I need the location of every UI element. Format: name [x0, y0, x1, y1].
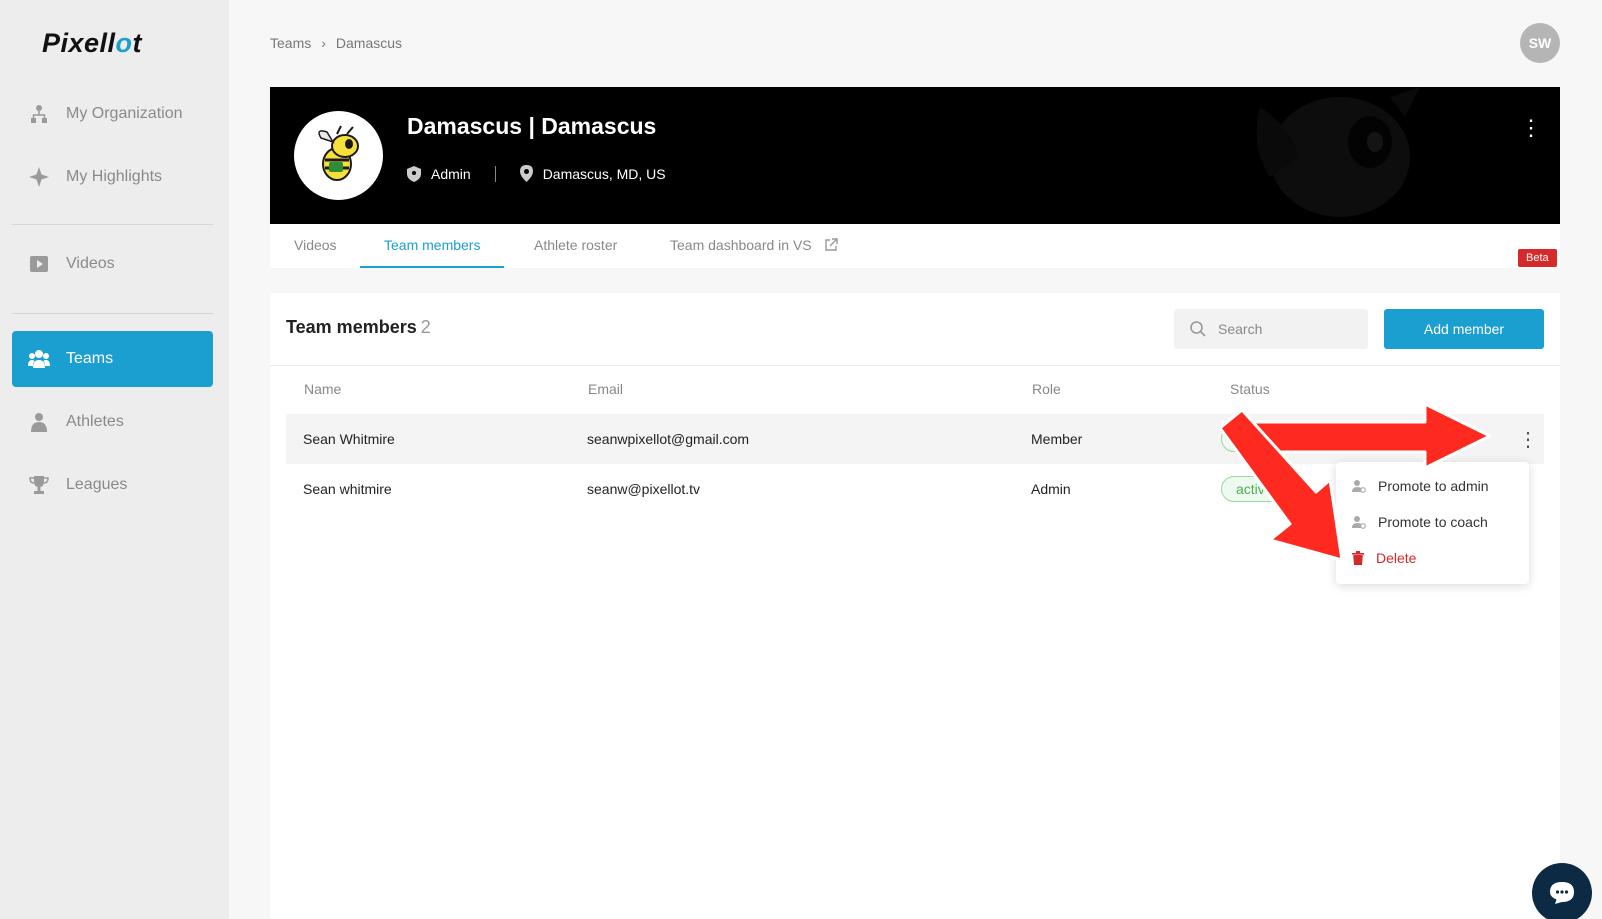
- tab-athlete-roster[interactable]: Athlete roster: [510, 224, 641, 268]
- tab-team-members[interactable]: Team members: [360, 224, 505, 268]
- sidebar-item-athletes[interactable]: Athletes: [12, 394, 213, 450]
- column-header-email[interactable]: Email: [588, 381, 623, 397]
- row-actions-menu: Promote to admin Promote to coach Delete: [1336, 462, 1529, 584]
- play-icon: [28, 253, 50, 275]
- sidebar-item-teams[interactable]: Teams: [12, 331, 213, 387]
- team-meta: Admin Damascus, MD, US: [407, 165, 666, 182]
- sidebar-item-leagues[interactable]: Leagues: [12, 457, 213, 513]
- hornet-watermark-icon: [1256, 87, 1420, 217]
- team-icon: [28, 348, 50, 370]
- breadcrumb-separator: ›: [321, 35, 326, 51]
- trophy-icon: [28, 474, 50, 496]
- table-row[interactable]: Sean Whitmire seanwpixellot@gmail.com Me…: [286, 414, 1544, 464]
- status-badge: active: [1221, 476, 1288, 502]
- sparkle-icon: [28, 166, 50, 188]
- menu-item-promote-admin[interactable]: Promote to admin: [1336, 468, 1529, 504]
- menu-item-label: Promote to coach: [1378, 514, 1488, 530]
- team-logo: [294, 111, 383, 200]
- sidebar-item-videos[interactable]: Videos: [12, 236, 213, 292]
- pixellot-logo[interactable]: Pixellot: [42, 28, 142, 59]
- member-email: seanw@pixellot.tv: [587, 481, 701, 497]
- column-header-name[interactable]: Name: [304, 381, 341, 397]
- external-link-icon: [824, 238, 838, 252]
- team-location: Damascus, MD, US: [542, 165, 666, 182]
- sidebar-item-label: My Highlights: [66, 168, 163, 185]
- user-settings-icon: [1352, 515, 1366, 529]
- column-header-role[interactable]: Role: [1032, 381, 1061, 397]
- team-tabs: Videos Team members Athlete roster Team …: [270, 224, 1560, 268]
- tab-videos[interactable]: Videos: [270, 224, 361, 268]
- team-header-banner: Damascus | Damascus Admin Damascus, MD, …: [270, 87, 1560, 224]
- sidebar-item-label: Teams: [66, 350, 114, 367]
- tab-label: Team dashboard in VS: [670, 237, 812, 253]
- chat-bubble-icon: [1549, 881, 1575, 905]
- member-role: Admin: [1031, 481, 1071, 497]
- member-count: 2: [420, 317, 431, 337]
- team-options-kebab-icon[interactable]: ⋮: [1520, 115, 1542, 141]
- chat-widget-button[interactable]: [1532, 863, 1592, 919]
- menu-item-label: Promote to admin: [1378, 478, 1489, 494]
- team-members-card: Team members 2 Search Add member Name Ema…: [270, 293, 1560, 919]
- team-name: Damascus | Damascus: [407, 113, 657, 139]
- member-role: Member: [1031, 431, 1083, 447]
- sidebar-item-label: Videos: [66, 255, 115, 272]
- location-pin-icon: [519, 165, 533, 182]
- shield-icon: [407, 165, 421, 182]
- team-role: Admin: [431, 165, 471, 182]
- sidebar-divider: [12, 224, 213, 225]
- tab-team-dashboard-vs[interactable]: Team dashboard in VS: [646, 224, 862, 268]
- sidebar-item-my-organization[interactable]: My Organization: [12, 86, 213, 142]
- section-title-text: Team members: [286, 317, 417, 337]
- menu-item-label: Delete: [1376, 550, 1417, 566]
- search-input[interactable]: Search: [1174, 309, 1368, 349]
- user-settings-icon: [1352, 479, 1366, 493]
- sidebar-item-label: My Organization: [66, 105, 183, 122]
- menu-item-promote-coach[interactable]: Promote to coach: [1336, 504, 1529, 540]
- add-member-button[interactable]: Add member: [1384, 309, 1544, 349]
- search-placeholder: Search: [1218, 321, 1263, 337]
- status-badge: active: [1221, 426, 1288, 452]
- breadcrumb-teams-link[interactable]: Teams: [270, 35, 311, 51]
- beta-badge: Beta: [1518, 249, 1557, 267]
- column-header-status[interactable]: Status: [1230, 381, 1270, 397]
- card-divider: [270, 365, 1560, 366]
- trash-icon: [1352, 551, 1364, 565]
- sidebar-divider: [12, 313, 213, 314]
- row-actions-kebab-icon[interactable]: ⋮: [1518, 427, 1538, 452]
- sidebar-item-my-highlights[interactable]: My Highlights: [12, 149, 213, 205]
- search-icon: [1190, 321, 1206, 337]
- org-chart-icon: [28, 103, 50, 125]
- section-title: Team members 2: [286, 317, 431, 338]
- member-name: Sean whitmire: [303, 481, 392, 497]
- user-avatar[interactable]: SW: [1520, 23, 1560, 63]
- breadcrumb: Teams › Damascus: [270, 35, 402, 51]
- sidebar-item-label: Leagues: [66, 476, 128, 493]
- member-email: seanwpixellot@gmail.com: [587, 431, 750, 447]
- sidebar-item-label: Athletes: [66, 413, 124, 430]
- breadcrumb-current: Damascus: [335, 35, 403, 51]
- meta-divider: [494, 165, 496, 182]
- member-name: Sean Whitmire: [303, 431, 395, 447]
- hornet-mascot-icon: [317, 125, 359, 181]
- athlete-icon: [28, 411, 50, 433]
- sidebar: Pixellot My Organization My Highlights V…: [0, 0, 229, 919]
- menu-item-delete[interactable]: Delete: [1336, 540, 1529, 576]
